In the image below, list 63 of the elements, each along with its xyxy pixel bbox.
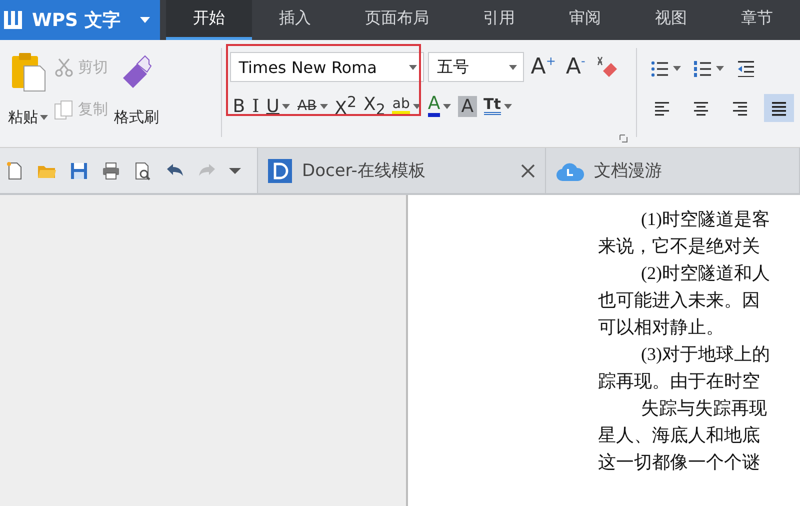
strikethrough-button[interactable]: AB xyxy=(294,92,331,120)
font-name-field[interactable]: Times New Roma xyxy=(230,52,424,82)
menu-tab[interactable]: 视图 xyxy=(628,0,714,40)
caret-icon xyxy=(673,66,682,70)
align-right-icon xyxy=(731,99,750,117)
paste-button[interactable]: 粘贴 xyxy=(6,46,50,141)
dropdown-caret-icon xyxy=(508,64,517,70)
document-text-line: 踪再现。由于在时空 xyxy=(598,370,760,393)
clipboard-icon xyxy=(10,52,46,92)
menu-tab[interactable]: 开始 xyxy=(166,0,252,40)
script-button[interactable]: X$^{2}$ xyxy=(332,92,360,120)
document-text-line: (3)对于地球上的 xyxy=(640,343,770,366)
shrink-font-button[interactable]: A$^{-}$ xyxy=(562,53,588,81)
align-center-icon xyxy=(692,99,710,117)
dropdown-caret-icon xyxy=(408,64,417,70)
document-text-line: 星人、海底人和地底 xyxy=(598,424,760,447)
app-menu-button[interactable]: WPS 文字 xyxy=(0,0,160,40)
document-text-line: (1)时空隧道是客 xyxy=(640,208,770,231)
docer-logo-icon xyxy=(268,158,292,182)
menu-tab[interactable]: 引用 xyxy=(456,0,542,40)
menu-tab[interactable]: 审阅 xyxy=(542,0,628,40)
underline-button[interactable]: U xyxy=(263,92,294,120)
justify-button[interactable] xyxy=(764,94,794,122)
align-left-icon xyxy=(653,99,672,117)
caret-icon xyxy=(716,66,724,70)
copy-icon xyxy=(54,100,74,120)
menu-tab[interactable]: 页面布局 xyxy=(338,0,456,40)
print-preview-icon xyxy=(133,160,153,180)
grow-font-button[interactable]: A$^{+}$ xyxy=(528,53,559,81)
caret-icon xyxy=(412,104,421,108)
eraser-icon xyxy=(595,55,620,79)
printer-icon xyxy=(101,160,121,180)
caret-icon xyxy=(140,17,150,23)
scissors-icon xyxy=(54,57,74,78)
document-text-line: 失踪与失踪再现 xyxy=(640,397,767,420)
caret-icon xyxy=(320,104,328,108)
document-text-line: 可以相对静止。 xyxy=(598,316,724,339)
numbered-list-icon xyxy=(693,59,714,77)
document-text-line: (2)时空隧道和人 xyxy=(640,262,770,285)
dropdown-icon xyxy=(229,168,241,174)
bullet-list-icon xyxy=(650,59,670,77)
bold-button[interactable]: B xyxy=(230,92,248,120)
outdent-icon xyxy=(736,59,756,77)
menu-tab[interactable]: 章节 xyxy=(714,0,800,40)
document-text-line: 也可能进入未来。因 xyxy=(598,289,760,312)
document-text-line: 这一切都像一个个谜 xyxy=(598,451,760,474)
document-text-line: 来说，它不是绝对关 xyxy=(598,235,760,258)
font-color-button[interactable]: A xyxy=(424,92,454,120)
caret-icon xyxy=(282,104,290,108)
justify-icon xyxy=(770,99,788,117)
save-icon xyxy=(69,160,89,180)
character-spacing-button[interactable]: Tt xyxy=(480,92,515,120)
close-icon[interactable] xyxy=(521,164,535,178)
menu-tab[interactable]: 插入 xyxy=(252,0,338,40)
dialog-launcher-icon[interactable] xyxy=(619,134,628,143)
format-painter-button[interactable]: 格式刷 xyxy=(112,46,161,141)
caret-icon xyxy=(504,104,512,108)
font-size-field[interactable]: 五号 xyxy=(428,52,524,82)
caret-icon xyxy=(40,115,48,120)
app-logo-icon xyxy=(4,11,24,29)
caret-icon xyxy=(443,104,452,108)
highlight-button[interactable]: ab xyxy=(389,92,424,120)
italic-button[interactable]: I xyxy=(249,92,262,120)
